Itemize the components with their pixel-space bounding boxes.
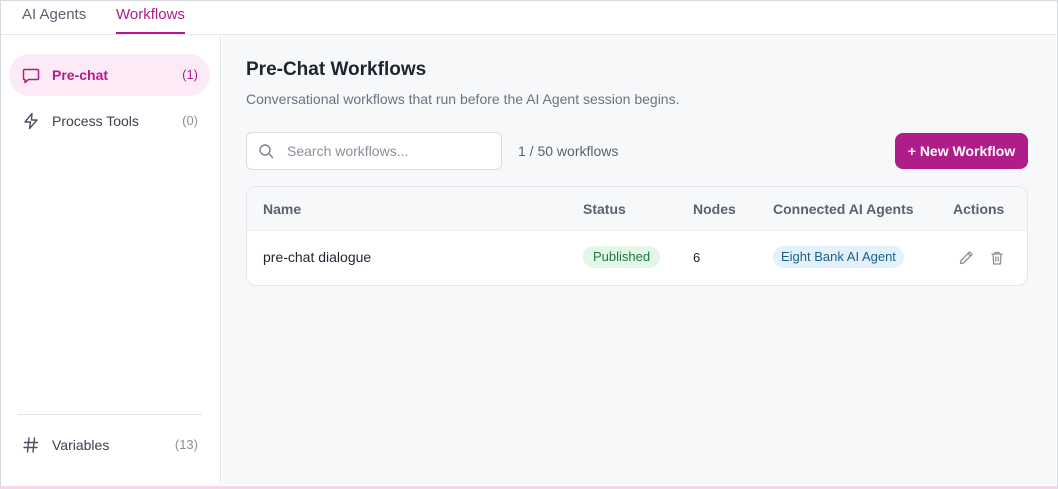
- sidebar: Pre-chat (1) Process Tools (0) Variables…: [1, 35, 221, 484]
- tab-ai-agents[interactable]: AI Agents: [22, 6, 86, 34]
- column-header-status: Status: [583, 201, 626, 217]
- sidebar-item-variables[interactable]: Variables (13): [9, 424, 210, 466]
- sidebar-item-label: Process Tools: [52, 113, 139, 129]
- sidebar-item-count: (0): [182, 113, 198, 128]
- page-title: Pre-Chat Workflows: [246, 59, 427, 80]
- sidebar-item-count: (1): [182, 67, 198, 82]
- column-header-agents: Connected AI Agents: [773, 201, 914, 217]
- workflow-count: 1 / 50 workflows: [518, 143, 619, 159]
- sidebar-item-label: Variables: [52, 437, 110, 453]
- main-content: Pre-Chat Workflows Conversational workfl…: [222, 35, 1056, 484]
- column-header-nodes: Nodes: [693, 201, 736, 217]
- sidebar-item-process-tools[interactable]: Process Tools (0): [9, 100, 210, 142]
- sidebar-item-label: Pre-chat: [52, 67, 109, 83]
- search-icon: [259, 144, 274, 159]
- tab-workflows[interactable]: Workflows: [116, 6, 185, 34]
- chat-bubble-icon: [22, 68, 40, 84]
- search-box: [246, 132, 502, 170]
- table-header: Name Status Nodes Connected AI Agents Ac…: [247, 187, 1027, 231]
- column-header-actions: Actions: [953, 201, 1005, 217]
- edit-icon[interactable]: [958, 250, 974, 266]
- connected-agent-badge: Eight Bank AI Agent: [773, 246, 904, 268]
- workflows-table: Name Status Nodes Connected AI Agents Ac…: [246, 186, 1028, 286]
- status-badge: Published: [583, 246, 661, 268]
- search-input[interactable]: [287, 141, 487, 161]
- lightning-icon: [24, 112, 38, 130]
- trash-icon[interactable]: [989, 250, 1005, 266]
- top-tab-bar: AI Agents Workflows: [1, 1, 1056, 35]
- column-header-name: Name: [263, 201, 302, 217]
- page-subtitle: Conversational workflows that run before…: [246, 91, 680, 107]
- sidebar-item-pre-chat[interactable]: Pre-chat (1): [9, 54, 210, 96]
- node-count: 6: [693, 250, 701, 265]
- workflow-name[interactable]: pre-chat dialogue: [263, 249, 371, 265]
- new-workflow-button[interactable]: + New Workflow: [895, 133, 1028, 169]
- hash-icon: [23, 437, 39, 453]
- sidebar-divider: [18, 414, 202, 415]
- sidebar-item-count: (13): [174, 437, 198, 452]
